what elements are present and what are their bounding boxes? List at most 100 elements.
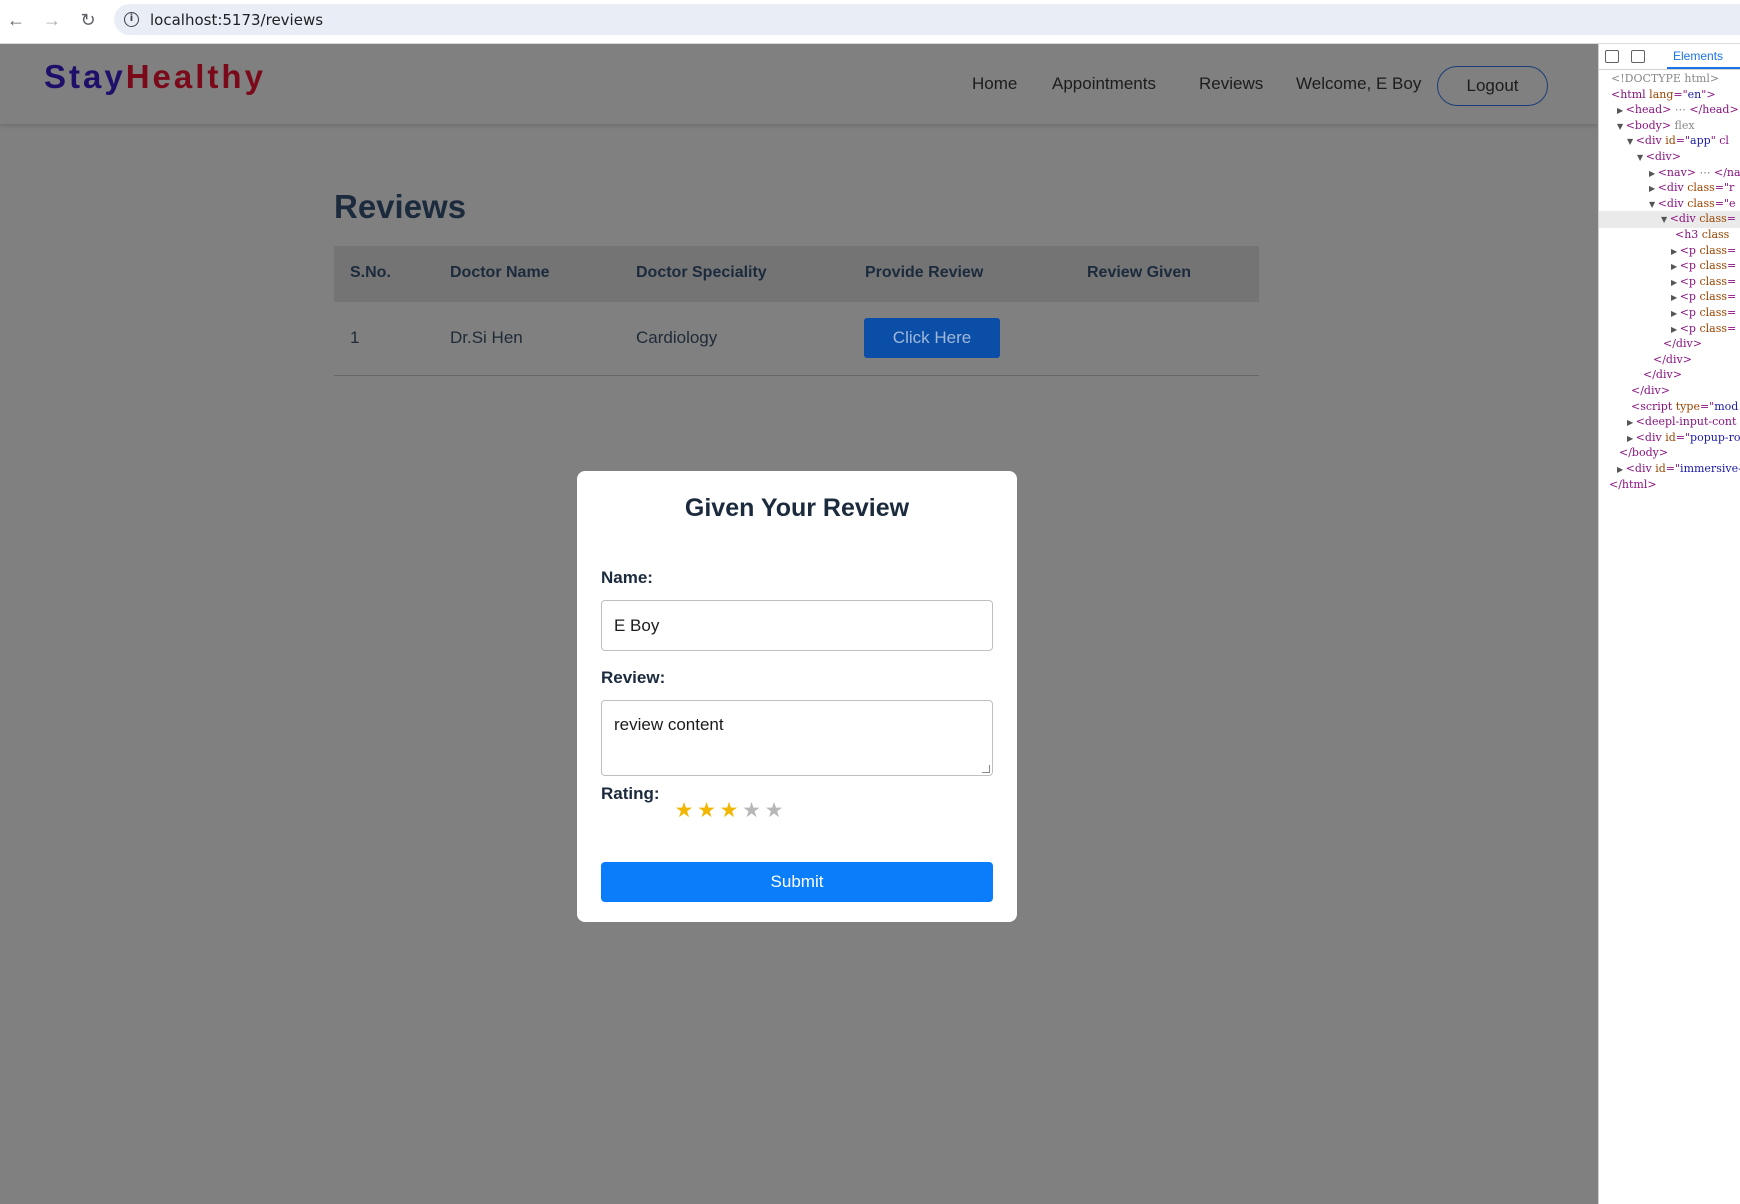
dom-node-line[interactable]: </div>: [1643, 368, 1682, 382]
dom-node-line[interactable]: ▶ <p class=: [1671, 322, 1736, 337]
dom-token: <head>: [1625, 103, 1672, 117]
site-info-icon[interactable]: i: [124, 12, 139, 27]
expand-triangle-icon[interactable]: ▶: [1649, 184, 1658, 193]
nav-link-home[interactable]: Home: [972, 74, 1017, 94]
header-review-given: Review Given: [1087, 264, 1192, 281]
dom-node-line[interactable]: <!DOCTYPE html>: [1611, 72, 1719, 86]
dom-node-line[interactable]: ▶ <p class=: [1671, 306, 1736, 321]
review-textarea[interactable]: review content: [601, 700, 993, 776]
dom-node-line[interactable]: </div>: [1663, 337, 1702, 351]
name-field[interactable]: E Boy: [601, 600, 993, 651]
dom-node-line[interactable]: ▶ <nav> ⋯ </nav: [1649, 166, 1740, 181]
dom-node-line[interactable]: ▼ <div>: [1637, 150, 1681, 165]
dom-token: </html>: [1609, 477, 1657, 491]
expand-triangle-icon[interactable]: ▶: [1671, 325, 1680, 334]
dom-token: =: [1727, 321, 1737, 335]
dom-node-line[interactable]: ▶ <deepl-input-cont: [1627, 415, 1736, 430]
header-doctor-speciality: Doctor Speciality: [636, 264, 767, 281]
dom-node-line[interactable]: ▼ <body> flex: [1617, 119, 1695, 134]
dom-token: <div: [1657, 181, 1688, 195]
dom-node-line[interactable]: ▶ <div id="popup-ro: [1627, 431, 1740, 446]
dom-token: class: [1701, 228, 1730, 241]
url-text[interactable]: localhost:5173/reviews: [150, 11, 323, 29]
dom-token: ="e: [1714, 196, 1736, 210]
dom-node-line[interactable]: <h3 class: [1675, 228, 1729, 242]
dom-token: app: [1690, 134, 1711, 148]
dom-node-line[interactable]: ▶ <head> ⋯ </head>: [1617, 103, 1739, 118]
dom-token: <p: [1679, 259, 1700, 273]
collapse-triangle-icon[interactable]: ▼: [1649, 200, 1658, 209]
collapse-triangle-icon[interactable]: ▼: [1627, 137, 1636, 146]
inspect-element-icon[interactable]: [1605, 50, 1619, 63]
dom-token: type: [1675, 399, 1700, 413]
dom-token: ">: [1701, 87, 1716, 101]
dom-token: lang: [1649, 87, 1674, 101]
brand-logo[interactable]: StayHealthy: [44, 58, 266, 96]
expand-triangle-icon[interactable]: ▶: [1627, 418, 1636, 427]
dom-token: <nav>: [1657, 165, 1696, 179]
dom-node-line[interactable]: <html lang="en">: [1611, 88, 1716, 102]
dom-node-line[interactable]: ▶ <div id="immersive-: [1617, 462, 1740, 477]
dom-node-line[interactable]: </html>: [1609, 478, 1657, 492]
dom-token: flex: [1671, 118, 1695, 132]
cell-doctor-name: Dr.Si Hen: [450, 328, 523, 347]
dom-node-line[interactable]: <script type="mod: [1631, 400, 1738, 414]
back-arrow-icon[interactable]: ←: [6, 8, 26, 32]
resize-handle-icon[interactable]: [982, 765, 990, 773]
dom-token: <p: [1679, 306, 1700, 319]
collapse-triangle-icon[interactable]: ▼: [1617, 122, 1626, 131]
dom-token: class: [1699, 274, 1727, 288]
star-icon[interactable]: ★: [673, 800, 695, 822]
collapse-triangle-icon[interactable]: ▼: [1637, 153, 1646, 162]
expand-triangle-icon[interactable]: ▶: [1627, 434, 1636, 443]
address-bar[interactable]: i localhost:5173/reviews: [114, 4, 1740, 35]
dom-node-line[interactable]: ▶ <p class=: [1671, 259, 1736, 274]
dom-token: =": [1673, 87, 1688, 101]
dom-token: en: [1687, 87, 1702, 101]
star-icon[interactable]: ★: [696, 800, 718, 822]
expand-triangle-icon[interactable]: ▶: [1671, 262, 1680, 271]
dom-node-line[interactable]: ▼ <div id="app" cl: [1627, 134, 1729, 149]
dom-node-line[interactable]: ▶ <div class="r: [1649, 181, 1734, 196]
dom-token: </nav: [1714, 165, 1740, 179]
tab-elements[interactable]: Elements: [1673, 49, 1723, 63]
browser-toolbar: ← → ↻ i localhost:5173/reviews: [0, 0, 1740, 44]
dom-token: =: [1727, 306, 1737, 319]
reload-icon[interactable]: ↻: [78, 8, 98, 32]
star-icon[interactable]: ★: [763, 800, 785, 822]
dom-node-line[interactable]: ▶ <p class=: [1671, 290, 1736, 305]
device-toolbar-icon[interactable]: [1631, 50, 1645, 63]
dom-token: class: [1699, 321, 1727, 335]
expand-triangle-icon[interactable]: ▶: [1671, 293, 1680, 302]
submit-button[interactable]: Submit: [601, 862, 993, 902]
dom-node-line[interactable]: </body>: [1619, 446, 1668, 460]
collapse-triangle-icon[interactable]: ▼: [1661, 215, 1670, 224]
dom-node-line[interactable]: </div>: [1631, 384, 1670, 398]
nav-link-reviews[interactable]: Reviews: [1199, 74, 1263, 94]
expand-triangle-icon[interactable]: ▶: [1617, 465, 1626, 474]
expand-triangle-icon[interactable]: ▶: [1671, 309, 1680, 318]
expand-triangle-icon[interactable]: ▶: [1617, 106, 1626, 115]
dom-token: </body>: [1619, 446, 1669, 460]
star-icon[interactable]: ★: [718, 800, 740, 822]
dom-node-line[interactable]: ▶ <p class=: [1671, 275, 1736, 290]
dom-node-line[interactable]: ▼ <div class=: [1661, 212, 1736, 227]
dom-node-line[interactable]: </div>: [1653, 353, 1692, 367]
nav-link-appointments[interactable]: Appointments: [1052, 74, 1156, 94]
dom-node-line[interactable]: ▼ <div class="e: [1649, 197, 1736, 212]
reviews-table: S.No. Doctor Name Doctor Speciality Prov…: [334, 246, 1259, 376]
dom-token: =: [1727, 243, 1737, 257]
logout-button[interactable]: Logout: [1437, 66, 1548, 106]
header-provide-review: Provide Review: [865, 264, 984, 281]
expand-triangle-icon[interactable]: ▶: [1671, 247, 1680, 256]
modal-title: Given Your Review: [684, 494, 910, 522]
name-label: Name:: [601, 568, 653, 587]
expand-triangle-icon[interactable]: ▶: [1649, 169, 1658, 178]
table-header: S.No. Doctor Name Doctor Speciality Prov…: [334, 246, 1259, 302]
forward-arrow-icon[interactable]: →: [42, 8, 62, 32]
provide-review-button[interactable]: Click Here: [864, 318, 1000, 358]
star-icon[interactable]: ★: [741, 800, 763, 822]
expand-triangle-icon[interactable]: ▶: [1671, 278, 1680, 287]
dom-token: popup-ro: [1690, 430, 1740, 444]
dom-node-line[interactable]: ▶ <p class=: [1671, 244, 1736, 259]
